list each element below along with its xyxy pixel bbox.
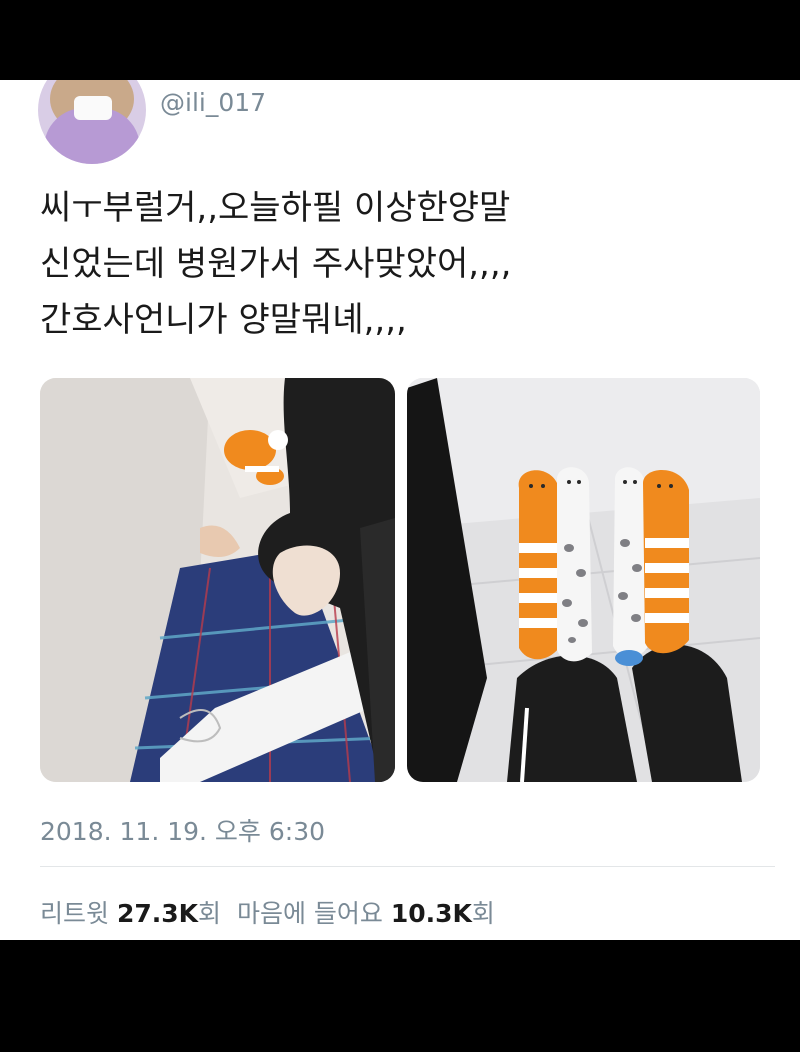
retweet-unit: 회 — [198, 899, 222, 928]
tweet-text: 씨ㅜ부럴거,,오늘하필 이상한양말 신었는데 병원가서 주사맞았어,,,, 간호… — [40, 180, 760, 348]
sitting-legs-photo[interactable] — [40, 378, 395, 782]
user-handle[interactable]: @ili_017 — [160, 88, 266, 117]
tweet-card: @ili_017 씨ㅜ부럴거,,오늘하필 이상한양말 신었는데 병원가서 주사맞… — [0, 80, 800, 940]
tweet-line-3: 간호사언니가 양말뭐녜,,,, — [40, 300, 407, 340]
sitting-legs-photo-image — [40, 378, 395, 782]
tweet-timestamp[interactable]: 2018. 11. 19. 오후 6:30 — [40, 812, 325, 848]
feet-socks-photo-image — [407, 378, 760, 782]
feet-socks-photo[interactable] — [407, 378, 760, 782]
like-unit: 회 — [471, 899, 495, 928]
retweet-count[interactable]: 27.3K — [117, 899, 198, 928]
tweet-line-2: 신었는데 병원가서 주사맞았어,,,, — [40, 244, 512, 284]
like-label[interactable]: 마음에 들어요 — [237, 899, 383, 928]
divider — [40, 866, 775, 867]
photo-grid — [40, 378, 760, 782]
tweet-line-1: 씨ㅜ부럴거,,오늘하필 이상한양말 — [40, 188, 511, 228]
engagement-stats: 리트윗 27.3K회 마음에 들어요 10.3K회 — [40, 894, 495, 930]
like-count[interactable]: 10.3K — [391, 899, 472, 928]
retweet-label[interactable]: 리트윗 — [40, 899, 109, 928]
avatar[interactable] — [38, 80, 146, 164]
avatar-mask — [74, 96, 112, 120]
